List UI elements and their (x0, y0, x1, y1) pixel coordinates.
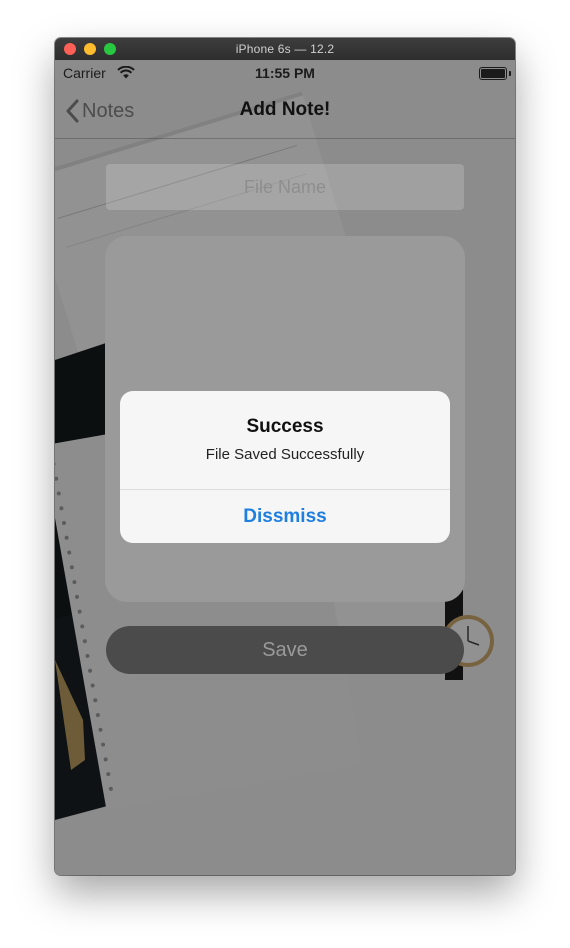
simulator-window: iPhone 6s — 12.2 Carrier 11:55 PM Notes … (55, 38, 515, 875)
save-button[interactable]: Save (106, 626, 464, 674)
page-title: Add Note! (239, 99, 331, 120)
navigation-bar: Notes Add Note! (55, 86, 515, 139)
window-title: iPhone 6s — 12.2 (235, 42, 335, 56)
status-time: 11:55 PM (255, 65, 315, 81)
title-bar: iPhone 6s — 12.2 (55, 38, 515, 61)
phone-screen: Carrier 11:55 PM Notes Add Note! Save (55, 60, 515, 875)
dismiss-button[interactable]: Dissmiss (120, 490, 450, 543)
alert-title: Success (246, 416, 324, 437)
success-alert: Success File Saved Successfully Dissmiss (120, 391, 450, 543)
battery-icon (479, 67, 507, 80)
alert-message: File Saved Successfully (205, 446, 365, 463)
battery-tip (509, 71, 511, 76)
file-name-input[interactable] (106, 164, 464, 210)
status-bar: Carrier 11:55 PM (55, 60, 515, 86)
